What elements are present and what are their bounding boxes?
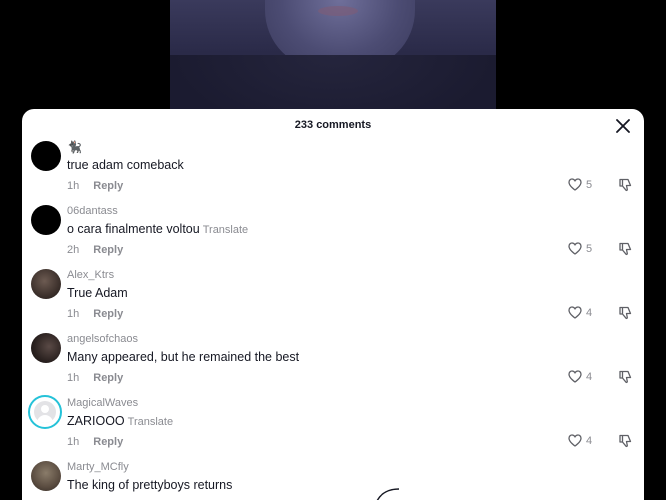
- thumbs-down-icon: [619, 306, 632, 320]
- like-count: 4: [586, 370, 593, 383]
- avatar[interactable]: [31, 461, 61, 491]
- reply-button[interactable]: Reply: [93, 436, 123, 448]
- comment-text-line: ZARIOOO Translate: [67, 413, 173, 430]
- heart-icon: [568, 434, 582, 447]
- comment-item: MagicalWaves ZARIOOO Translate 1h Reply 4: [22, 395, 644, 457]
- comments-count-title: 233 comments: [294, 119, 372, 131]
- like-count: 5: [586, 242, 593, 255]
- heart-icon: [568, 242, 582, 255]
- comment-time: 1h: [67, 372, 80, 384]
- comment-meta: 1h Reply: [67, 180, 123, 193]
- comment-text: true adam comeback: [67, 158, 184, 172]
- like-count: 4: [586, 434, 593, 447]
- translate-link[interactable]: Translate: [203, 224, 248, 236]
- video-background[interactable]: [170, 0, 496, 118]
- thumbs-down-icon: [619, 370, 632, 384]
- reply-button[interactable]: Reply: [93, 372, 123, 384]
- translate-link[interactable]: Translate: [128, 416, 173, 428]
- like-button[interactable]: 5: [568, 178, 592, 191]
- comment-username[interactable]: 06dantass: [67, 205, 118, 218]
- heart-icon: [568, 306, 582, 319]
- comment-text: Many appeared, but he remained the best: [67, 350, 300, 364]
- comment-meta: 1h Reply: [67, 308, 123, 321]
- comment-item: Alex_Ktrs True Adam 1h Reply 4: [22, 269, 644, 329]
- default-avatar-head: [41, 405, 49, 413]
- close-button[interactable]: [614, 117, 632, 135]
- default-avatar-body: [37, 415, 53, 423]
- comment-text-line: o cara finalmente voltou Translate: [67, 221, 248, 238]
- like-count: 4: [586, 306, 593, 319]
- comment-time: 1h: [67, 180, 80, 192]
- avatar[interactable]: [31, 205, 61, 235]
- comment-text: The king of prettyboys returns: [67, 478, 233, 492]
- comment-time: 1h: [67, 308, 80, 320]
- heart-icon: [568, 370, 582, 383]
- like-button[interactable]: 4: [568, 306, 592, 319]
- dislike-button[interactable]: [618, 370, 633, 389]
- comment-username[interactable]: Marty_MCfly: [67, 461, 129, 474]
- comment-username[interactable]: 🐈‍⬛: [67, 141, 82, 154]
- thumbs-down-icon: [619, 434, 632, 448]
- comment-item: Marty_MCfly The king of prettyboys retur…: [22, 461, 644, 500]
- comment-meta: 1h Reply: [67, 436, 123, 449]
- comment-username[interactable]: angelsofchaos: [67, 333, 138, 346]
- video-detail: [318, 6, 358, 16]
- like-button[interactable]: 4: [568, 434, 592, 447]
- thumbs-down-icon: [619, 242, 632, 256]
- avatar[interactable]: [31, 141, 61, 171]
- comment-item: 06dantass o cara finalmente voltou Transl…: [22, 205, 644, 265]
- dislike-button[interactable]: [618, 306, 633, 325]
- like-count: 5: [586, 178, 593, 191]
- comment-meta: 1h Reply: [67, 372, 123, 385]
- comment-meta: 2h Reply: [67, 244, 123, 257]
- dislike-button[interactable]: [618, 242, 633, 261]
- dislike-button[interactable]: [618, 434, 633, 453]
- thumbs-down-icon: [619, 178, 632, 192]
- dislike-button[interactable]: [618, 178, 633, 197]
- like-button[interactable]: 4: [568, 370, 592, 383]
- comment-item: 🐈‍⬛ true adam comeback 1h Reply 5: [22, 141, 644, 201]
- reply-button[interactable]: Reply: [93, 308, 123, 320]
- comment-time: 1h: [67, 436, 80, 448]
- default-avatar-icon: [34, 401, 56, 423]
- close-icon: [616, 119, 630, 133]
- comment-text: True Adam: [67, 286, 128, 300]
- comment-item: angelsofchaos Many appeared, but he rema…: [22, 333, 644, 393]
- pull-indicator-arc: [376, 488, 400, 500]
- comment-text: o cara finalmente voltou: [67, 222, 200, 236]
- reply-button[interactable]: Reply: [93, 244, 123, 256]
- avatar[interactable]: [31, 333, 61, 363]
- comment-text: ZARIOOO: [67, 414, 125, 428]
- comment-username[interactable]: Alex_Ktrs: [67, 269, 114, 282]
- reply-button[interactable]: Reply: [93, 180, 123, 192]
- like-button[interactable]: 5: [568, 242, 592, 255]
- comments-header: 233 comments: [22, 109, 644, 141]
- screen: 233 comments 🐈‍⬛ true adam comeback 1h Re…: [0, 0, 666, 500]
- avatar[interactable]: [28, 395, 62, 429]
- comments-sheet: 233 comments 🐈‍⬛ true adam comeback 1h Re…: [22, 109, 644, 500]
- heart-icon: [568, 178, 582, 191]
- comment-time: 2h: [67, 244, 80, 256]
- avatar[interactable]: [31, 269, 61, 299]
- comment-username[interactable]: MagicalWaves: [67, 397, 138, 410]
